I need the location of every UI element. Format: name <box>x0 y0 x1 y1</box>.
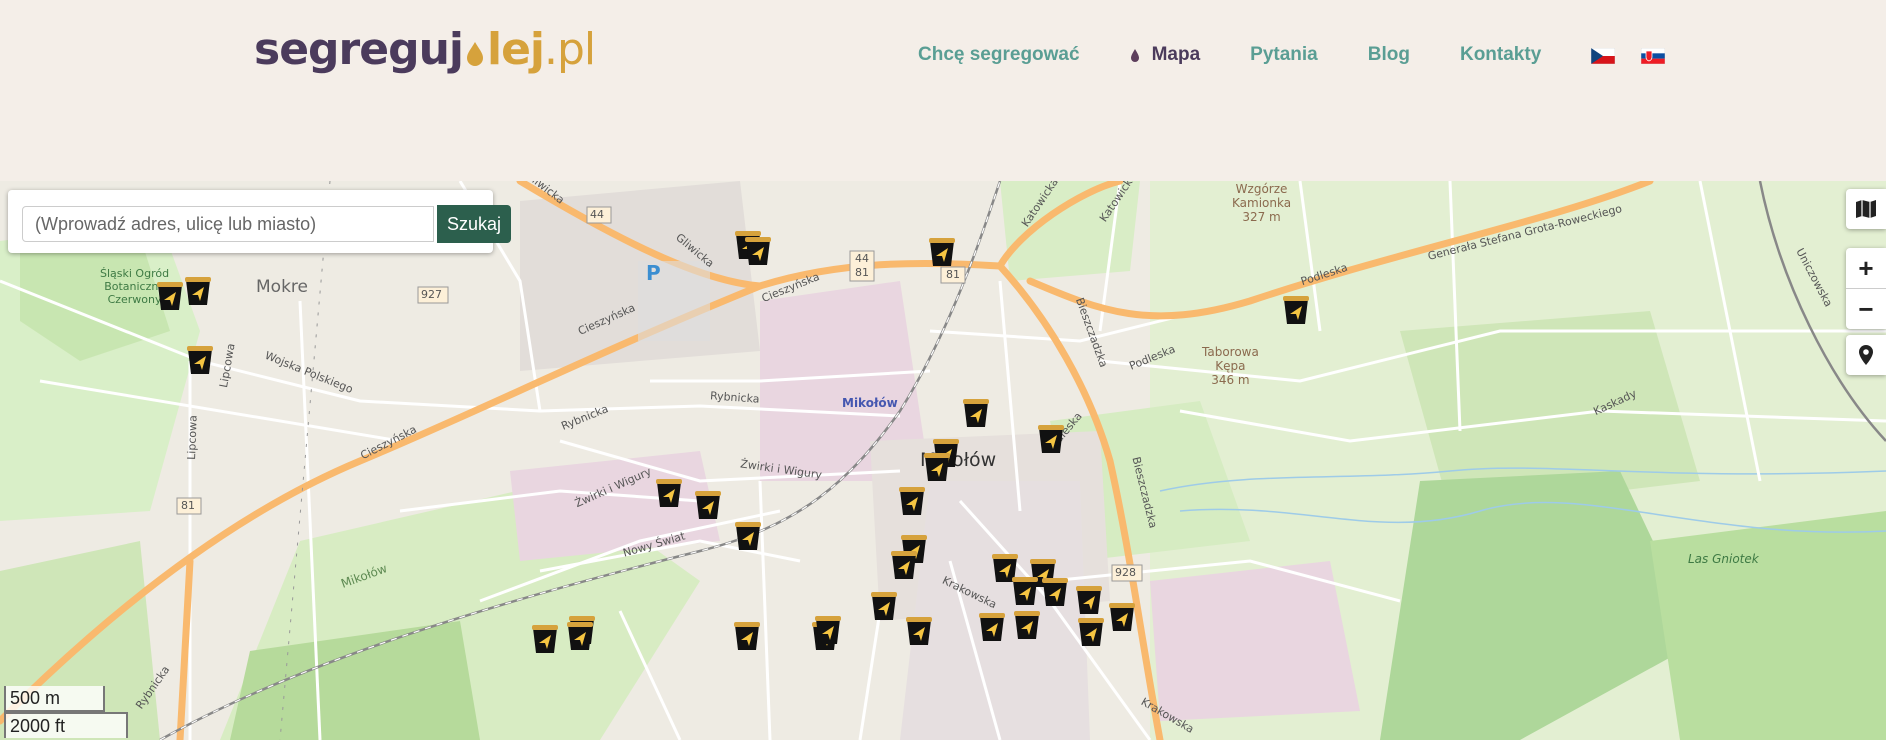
peak-label-taborowa: Taborowa Kępa 346 m <box>1202 345 1259 387</box>
road-number-927: 927 <box>421 288 442 301</box>
collection-point-marker[interactable] <box>185 275 211 307</box>
collection-point-marker[interactable] <box>187 344 213 376</box>
map-icon <box>1856 200 1876 218</box>
collection-point-marker[interactable] <box>656 477 682 509</box>
collection-point-marker[interactable] <box>1014 609 1040 641</box>
wzgorze-label-line-1: Wzgórze <box>1235 182 1288 196</box>
main-nav: Chcę segregować Mapa Pytania Blog Kontak… <box>918 44 1691 66</box>
nav-link-pytania[interactable]: Pytania <box>1250 44 1318 66</box>
wzgorze-label-line-2: Kamionka <box>1232 196 1292 210</box>
taborowa-label-line-1: Taborowa <box>1202 345 1259 359</box>
layers-button[interactable] <box>1846 189 1886 229</box>
place-label-mokre: Mokre <box>256 277 308 297</box>
collection-point-marker[interactable] <box>1076 584 1102 616</box>
nav-link-chce[interactable]: Chcę segregować <box>918 44 1080 66</box>
map-canvas[interactable]: 44 44 81 81 81 927 928 P Mokre Śląski Og… <box>0 181 1886 740</box>
station-label-mikolow: Mikołów <box>842 396 898 410</box>
collection-point-marker[interactable] <box>745 235 771 267</box>
collection-point-marker[interactable] <box>1078 616 1104 648</box>
czech-flag-icon[interactable] <box>1591 48 1616 64</box>
road-number-44b: 44 <box>855 252 869 265</box>
collection-point-marker[interactable] <box>924 451 950 483</box>
site-logo[interactable]: segreguj lej .pl <box>254 24 596 75</box>
collection-point-marker[interactable] <box>906 615 932 647</box>
garden-label-line-2: Botaniczny <box>104 280 165 293</box>
collection-point-marker[interactable] <box>929 236 955 268</box>
taborowa-label-line-3: 346 m <box>1211 373 1250 387</box>
nav-item-blog[interactable]: Blog <box>1368 44 1410 66</box>
garden-label-line-1: Śląski Ogród <box>100 267 170 280</box>
parking-label: P <box>646 261 661 285</box>
address-search-input[interactable] <box>22 206 434 242</box>
oil-drop-icon <box>466 42 483 66</box>
zoom-control: + − <box>1846 248 1886 329</box>
nav-link-blog[interactable]: Blog <box>1368 44 1410 66</box>
logo-text-suffix: .pl <box>544 24 596 75</box>
collection-point-marker[interactable] <box>891 549 917 581</box>
nav-item-chce[interactable]: Chcę segregować <box>918 44 1080 66</box>
slovak-flag-icon[interactable] <box>1641 48 1666 64</box>
taborowa-label-line-2: Kępa <box>1215 359 1246 373</box>
locate-button[interactable] <box>1846 335 1886 375</box>
collection-point-marker[interactable] <box>734 620 760 652</box>
collection-point-marker[interactable] <box>899 485 925 517</box>
road-number-81: 81 <box>855 266 869 279</box>
collection-point-marker[interactable] <box>1283 294 1309 326</box>
location-pin-icon <box>1859 345 1873 365</box>
collection-point-marker[interactable] <box>695 489 721 521</box>
collection-point-marker[interactable] <box>157 280 183 312</box>
zoom-out-button[interactable]: − <box>1846 288 1886 329</box>
wzgorze-label-line-3: 327 m <box>1242 210 1281 224</box>
garden-label-line-3: Czerwony <box>107 293 162 306</box>
collection-point-marker[interactable] <box>815 614 841 646</box>
site-header: segreguj lej .pl Chcę segregować Mapa Py… <box>0 0 1886 181</box>
collection-point-marker[interactable] <box>567 620 593 652</box>
road-number-928: 928 <box>1115 566 1136 579</box>
logo-text-mid: lej <box>486 24 545 75</box>
collection-point-marker[interactable] <box>963 397 989 429</box>
drop-icon <box>1130 49 1139 62</box>
road-number-44: 44 <box>590 208 604 221</box>
nav-item-pytania[interactable]: Pytania <box>1250 44 1318 66</box>
collection-point-marker[interactable] <box>871 590 897 622</box>
scale-metric: 500 m <box>4 686 105 712</box>
nav-link-kontakty[interactable]: Kontakty <box>1460 44 1541 66</box>
collection-point-marker[interactable] <box>979 611 1005 643</box>
address-search-box: Szukaj <box>8 190 511 253</box>
nav-item-kontakty[interactable]: Kontakty <box>1460 44 1541 66</box>
scale-imperial: 2000 ft <box>4 712 128 738</box>
collection-point-marker[interactable] <box>1012 575 1038 607</box>
peak-label-wzgorze: Wzgórze Kamionka 327 m <box>1232 182 1291 224</box>
nav-link-mapa[interactable]: Mapa <box>1152 44 1201 66</box>
zoom-in-button[interactable]: + <box>1846 248 1886 288</box>
nav-item-mapa[interactable]: Mapa <box>1130 44 1201 66</box>
road-number-81b: 81 <box>946 268 960 281</box>
search-button[interactable]: Szukaj <box>437 205 511 243</box>
collection-point-marker[interactable] <box>532 623 558 655</box>
street-label-lipcowa-a: Lipcowa <box>185 414 200 461</box>
forest-label-gniotek: Las Gniotek <box>1688 552 1759 566</box>
collection-point-marker[interactable] <box>1038 423 1064 455</box>
road-number-81c: 81 <box>181 499 195 512</box>
collection-point-marker[interactable] <box>1109 601 1135 633</box>
collection-point-marker[interactable] <box>1042 576 1068 608</box>
collection-point-marker[interactable] <box>735 520 761 552</box>
logo-text-prefix: segreguj <box>254 24 464 75</box>
